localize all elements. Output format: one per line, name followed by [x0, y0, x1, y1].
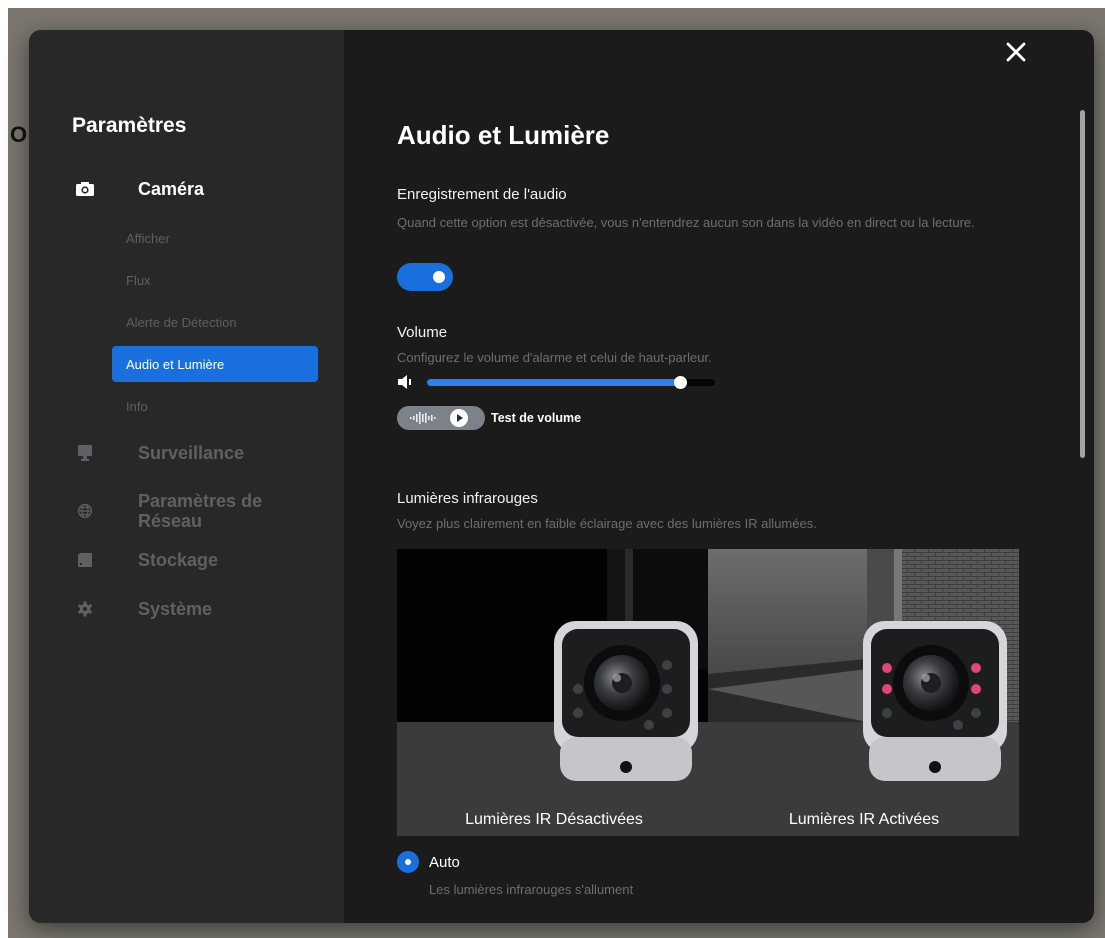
gear-icon — [74, 598, 96, 620]
nav-label-camera: Caméra — [138, 179, 205, 199]
toggle-knob — [433, 271, 445, 283]
settings-modal: Paramètres Caméra Afficher Flux Alerte d… — [29, 30, 1094, 923]
close-icon — [1006, 42, 1026, 62]
close-button[interactable] — [1002, 38, 1030, 66]
waveform-icon — [410, 411, 448, 425]
settings-sidebar: Paramètres Caméra Afficher Flux Alerte d… — [29, 30, 344, 923]
audio-recording-title: Enregistrement de l'audio — [397, 186, 567, 203]
test-volume-label: Test de volume — [491, 411, 582, 425]
speaker-icon — [397, 375, 413, 394]
nav-label-reseau-line2: Réseau — [138, 511, 203, 531]
background-glyph: O — [10, 122, 28, 147]
page-title: Audio et Lumière — [397, 120, 610, 150]
nav-item-stockage[interactable]: Stockage — [74, 549, 218, 571]
volume-title: Volume — [397, 324, 448, 341]
ir-lights-title: Lumières infrarouges — [397, 490, 538, 507]
nav-label-systeme: Système — [138, 599, 213, 619]
sub-item-alerte-detection[interactable]: Alerte de Détection — [126, 315, 237, 330]
ir-mode-auto-radio[interactable] — [397, 851, 419, 873]
nav-item-reseau[interactable]: Paramètres de Réseau — [74, 491, 262, 531]
sub-item-afficher[interactable]: Afficher — [126, 231, 170, 246]
ir-comparison-panel: Lumières IR Désactivées Lumières IR Acti… — [397, 549, 1019, 836]
test-volume-button[interactable] — [397, 406, 485, 430]
sub-item-audio-lumiere[interactable]: Audio et Lumière — [112, 346, 318, 382]
camera-ir-off — [554, 621, 698, 781]
content-scrollbar[interactable] — [1080, 110, 1086, 910]
sub-item-info[interactable]: Info — [126, 399, 148, 414]
settings-content: Audio et Lumière Enregistrement de l'aud… — [344, 30, 1094, 923]
volume-slider[interactable] — [427, 376, 715, 389]
nav-label-reseau-line1: Paramètres de — [138, 491, 263, 511]
nav-item-surveillance[interactable]: Surveillance — [74, 442, 244, 464]
monitor-icon — [74, 442, 96, 464]
backdrop-strip-left — [0, 8, 8, 938]
ir-mode-auto-desc: Les lumières infrarouges s'allument — [429, 882, 634, 897]
sidebar-title: Paramètres — [72, 114, 187, 137]
ir-lights-desc: Voyez plus clairement en faible éclairag… — [397, 516, 817, 531]
nav-label-reseau: Paramètres de Réseau — [138, 491, 262, 531]
backdrop-strip — [0, 0, 1105, 8]
nav-item-systeme[interactable]: Système — [74, 598, 212, 620]
radio-dot — [405, 859, 411, 865]
ir-mode-auto-label[interactable]: Auto — [429, 854, 460, 871]
ir-on-label: Lumières IR Activées — [788, 811, 940, 828]
volume-slider-fill — [427, 379, 681, 386]
play-icon — [450, 409, 468, 427]
volume-slider-thumb[interactable] — [674, 376, 688, 389]
audio-recording-toggle[interactable] — [397, 263, 453, 291]
volume-desc: Configurez le volume d'alarme et celui d… — [397, 350, 712, 365]
audio-recording-desc: Quand cette option est désactivée, vous … — [397, 215, 975, 230]
ir-off-label: Lumières IR Désactivées — [465, 811, 643, 828]
camera-ir-on — [863, 621, 1007, 781]
globe-icon — [74, 500, 96, 522]
storage-icon — [74, 549, 96, 571]
nav-label-stockage: Stockage — [138, 550, 219, 570]
nav-label-surveillance: Surveillance — [138, 443, 245, 463]
sub-item-flux[interactable]: Flux — [126, 273, 151, 288]
scrollbar-thumb[interactable] — [1080, 110, 1085, 458]
nav-item-camera[interactable]: Caméra — [74, 178, 204, 200]
camera-icon — [74, 178, 96, 200]
ir-comparison-illustration — [397, 549, 1019, 781]
